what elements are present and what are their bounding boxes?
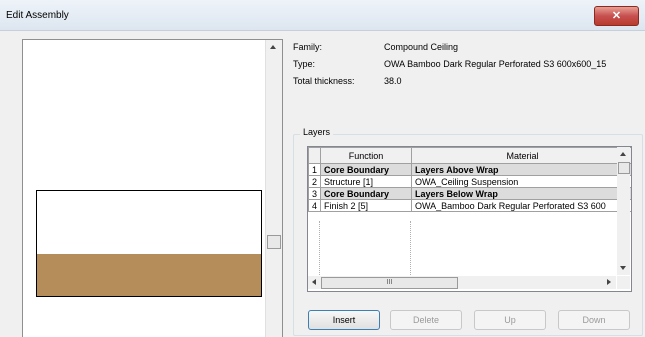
row-number[interactable]: 4 bbox=[308, 199, 321, 212]
row-material[interactable]: OWA_Ceiling Suspension bbox=[411, 175, 631, 188]
table-vertical-scrollbar[interactable] bbox=[617, 147, 630, 275]
row-number[interactable]: 2 bbox=[308, 175, 321, 188]
delete-button[interactable]: Delete bbox=[390, 310, 462, 330]
table-row[interactable]: 2 Structure [1] OWA_Ceiling Suspension bbox=[308, 175, 631, 188]
table-vscroll-thumb[interactable] bbox=[618, 162, 630, 174]
insert-button[interactable]: Insert bbox=[308, 310, 380, 330]
layers-group-label: Layers bbox=[300, 127, 334, 137]
row-number[interactable]: 1 bbox=[308, 163, 321, 176]
table-row[interactable]: 4 Finish 2 [5] OWA_Bamboo Dark Regular P… bbox=[308, 199, 631, 212]
up-button[interactable]: Up bbox=[474, 310, 546, 330]
preview-finish-layer bbox=[36, 254, 262, 297]
table-header: Function Material bbox=[308, 147, 631, 164]
row-function[interactable]: Core Boundary bbox=[320, 187, 412, 200]
table-horizontal-scrollbar[interactable]: III bbox=[308, 276, 616, 289]
scroll-down-icon[interactable] bbox=[620, 266, 626, 270]
preview-structure-layer bbox=[36, 190, 262, 256]
close-button[interactable]: ✕ bbox=[594, 6, 639, 26]
table-row[interactable]: 3 Core Boundary Layers Below Wrap bbox=[308, 187, 631, 200]
row-function[interactable]: Finish 2 [5] bbox=[320, 199, 412, 212]
down-button[interactable]: Down bbox=[558, 310, 630, 330]
thickness-value: 38.0 bbox=[384, 76, 402, 86]
thickness-label: Total thickness: bbox=[293, 76, 355, 86]
layers-table[interactable]: Function Material 1 Core Boundary Layers… bbox=[307, 146, 632, 292]
column-header-number bbox=[308, 147, 321, 164]
row-material[interactable]: Layers Above Wrap bbox=[411, 163, 631, 176]
column-header-function[interactable]: Function bbox=[320, 147, 412, 164]
type-label: Type: bbox=[293, 59, 316, 69]
scroll-up-icon[interactable] bbox=[620, 152, 626, 156]
preview-scrollbar[interactable] bbox=[265, 40, 282, 337]
row-material[interactable]: OWA_Bamboo Dark Regular Perforated S3 60… bbox=[411, 199, 631, 212]
window-title: Edit Assembly bbox=[6, 10, 69, 21]
title-bar: Edit Assembly ✕ bbox=[0, 0, 645, 31]
scrollbar-corner bbox=[617, 276, 630, 289]
empty-column-divider bbox=[319, 221, 320, 277]
row-number[interactable]: 3 bbox=[308, 187, 321, 200]
column-header-material[interactable]: Material bbox=[411, 147, 631, 164]
assembly-preview[interactable] bbox=[22, 39, 283, 337]
row-material[interactable]: Layers Below Wrap bbox=[411, 187, 631, 200]
family-value: Compound Ceiling bbox=[384, 42, 459, 52]
scroll-left-icon[interactable] bbox=[312, 279, 316, 285]
close-icon: ✕ bbox=[611, 10, 622, 22]
preview-scroll-thumb[interactable] bbox=[267, 235, 281, 249]
type-value: OWA Bamboo Dark Regular Perforated S3 60… bbox=[384, 59, 607, 69]
scroll-up-icon[interactable] bbox=[270, 45, 276, 49]
edit-assembly-window: Edit Assembly ✕ Family: Compound Ceiling… bbox=[0, 0, 645, 337]
table-row[interactable]: 1 Core Boundary Layers Above Wrap bbox=[308, 163, 631, 176]
row-function[interactable]: Core Boundary bbox=[320, 163, 412, 176]
scroll-right-icon[interactable] bbox=[607, 279, 611, 285]
empty-column-divider bbox=[410, 221, 411, 277]
family-label: Family: bbox=[293, 42, 322, 52]
row-function[interactable]: Structure [1] bbox=[320, 175, 412, 188]
table-hscroll-thumb[interactable]: III bbox=[321, 277, 458, 289]
